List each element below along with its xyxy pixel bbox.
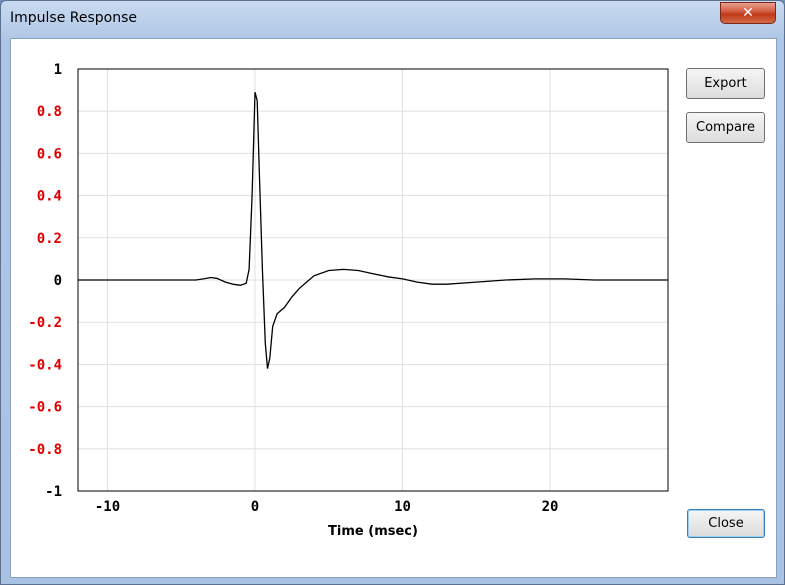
x-tick-label: 10 <box>394 499 411 515</box>
y-tick-label: 1 <box>54 62 62 78</box>
x-axis-label: Time (msec) <box>328 524 418 539</box>
export-button[interactable]: Export <box>686 68 765 99</box>
impulse-response-window: Impulse Response ✕ 1 0.8 0.6 0.4 0.2 0 -0.2 -0.… <box>0 0 785 585</box>
y-tick-label: -0.4 <box>28 357 62 373</box>
y-tick-label: -0.2 <box>28 315 62 331</box>
close-button[interactable]: Close <box>687 509 765 538</box>
x-tick-label: 0 <box>251 499 259 515</box>
title-bar[interactable]: Impulse Response ✕ <box>1 1 784 37</box>
y-tick-label: -0.6 <box>28 400 62 416</box>
y-tick-label: 0.8 <box>37 104 62 120</box>
close-icon: ✕ <box>742 5 754 21</box>
client-area: 1 0.8 0.6 0.4 0.2 0 -0.2 -0.4 -0.6 -0.8 -1 -10 0 10 20… <box>10 38 777 578</box>
y-tick-label: -0.8 <box>28 442 62 458</box>
y-tick-label: 0.6 <box>37 146 62 162</box>
y-tick-label: 0.4 <box>37 189 62 205</box>
y-tick-label: 0 <box>54 273 62 289</box>
x-tick-label: 20 <box>542 499 559 515</box>
y-tick-label: 0.2 <box>37 231 62 247</box>
compare-button[interactable]: Compare <box>686 112 765 143</box>
window-close-button[interactable]: ✕ <box>720 2 776 24</box>
impulse-response-chart: 1 0.8 0.6 0.4 0.2 0 -0.2 -0.4 -0.6 -0.8 -1 -10 0 10 20… <box>28 62 669 539</box>
impulse-response-line <box>78 92 668 369</box>
x-tick-label: -10 <box>95 499 120 515</box>
window-title: Impulse Response <box>10 10 138 26</box>
y-tick-label: -1 <box>45 484 62 500</box>
